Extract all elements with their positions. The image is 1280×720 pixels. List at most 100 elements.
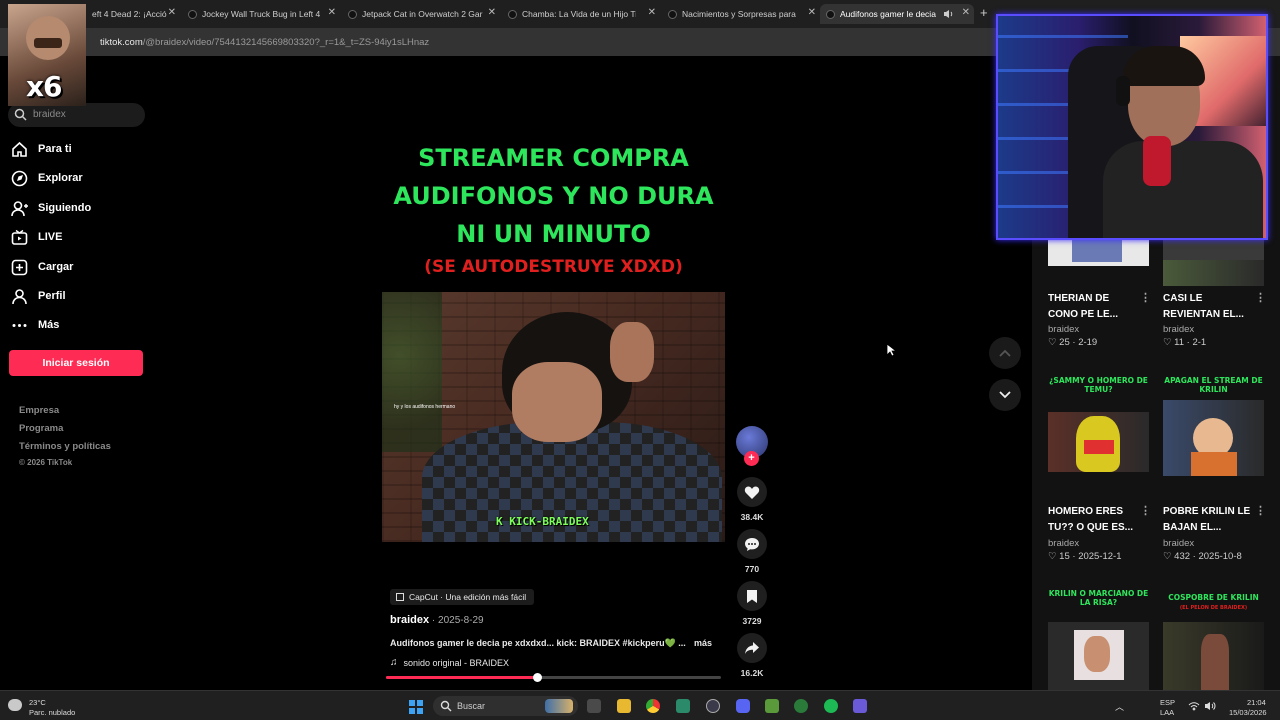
- thumbnail-image: [1084, 636, 1110, 672]
- weather-description[interactable]: Parc. nublado: [29, 708, 75, 717]
- browser-tab[interactable]: eft 4 Dead 2: ¡Acció ✕: [86, 4, 180, 24]
- minecraft-icon[interactable]: [765, 699, 779, 713]
- card-menu-icon[interactable]: ⋮: [1140, 504, 1151, 517]
- video-thumbnail[interactable]: [1048, 412, 1149, 472]
- video-subline: (SE AUTODESTRUYE XDXD): [424, 257, 683, 277]
- new-tab-button[interactable]: +: [980, 5, 988, 20]
- close-icon[interactable]: ✕: [962, 7, 970, 18]
- footer-link-empresa[interactable]: Empresa: [19, 405, 59, 416]
- video-card-title[interactable]: POBRE KRILIN LE BAJAN EL...: [1163, 504, 1253, 536]
- video-thumbnail[interactable]: [1048, 240, 1149, 266]
- search-input[interactable]: braidex: [8, 103, 145, 127]
- close-icon[interactable]: ✕: [328, 7, 336, 18]
- tray-overflow-icon[interactable]: ︿: [1115, 700, 1124, 713]
- live-icon: [10, 228, 28, 246]
- tiktok-favicon-icon: [826, 9, 835, 19]
- video-frame[interactable]: hy y los audifonos hermano K KICK-BRAIDE…: [382, 292, 725, 542]
- previous-video-button[interactable]: [989, 337, 1021, 369]
- music-link[interactable]: ♫ sonido original - BRAIDEX: [390, 657, 509, 668]
- speaker-icon[interactable]: [943, 9, 954, 19]
- video-card-title[interactable]: CASI LE REVIENTAN EL...: [1163, 291, 1253, 323]
- share-count: 16.2K: [740, 668, 764, 678]
- video-card-author[interactable]: braidex: [1048, 538, 1079, 549]
- footer-link-programa[interactable]: Programa: [19, 423, 63, 434]
- sidebar-item-label: Más: [38, 319, 60, 331]
- sidebar-item-mas[interactable]: Más: [10, 314, 59, 336]
- file-explorer-icon[interactable]: [617, 699, 631, 713]
- video-thumbnail[interactable]: [1163, 240, 1264, 286]
- taskbar-search[interactable]: Buscar: [433, 696, 578, 716]
- video-thumbnail[interactable]: [1163, 622, 1264, 690]
- progress-knob[interactable]: [532, 673, 542, 682]
- sidebar-item-para-ti[interactable]: Para ti: [10, 138, 72, 160]
- sidebar-item-cargar[interactable]: Cargar: [10, 256, 73, 278]
- heart-outline-icon: ♡: [1048, 551, 1060, 562]
- more-icon: [10, 316, 28, 334]
- browser-tab[interactable]: Jockey Wall Truck Bug in Left 4 ✕: [182, 4, 340, 24]
- task-view-icon[interactable]: [587, 699, 601, 713]
- video-author[interactable]: braidex · 2025-8-29: [390, 614, 484, 626]
- sidebar-item-live[interactable]: LIVE: [10, 226, 62, 248]
- url-text[interactable]: tiktok.com/@braidex/video/75441321456698…: [100, 37, 429, 48]
- weather-temperature[interactable]: 23°C: [29, 698, 46, 707]
- next-video-button[interactable]: [989, 379, 1021, 411]
- tiktok-favicon-icon: [668, 9, 677, 19]
- video-thumbnail[interactable]: [1163, 400, 1264, 476]
- clock-date[interactable]: 15/03/2026: [1229, 708, 1267, 717]
- sidebar-item-siguiendo[interactable]: Siguiendo: [10, 197, 91, 219]
- browser-tab[interactable]: Nacimientos y Sorpresas para N ✕: [662, 4, 820, 24]
- language-indicator-sub[interactable]: LAA: [1160, 708, 1174, 717]
- close-icon[interactable]: ✕: [808, 7, 816, 18]
- language-indicator[interactable]: ESP: [1160, 698, 1175, 707]
- app-icon[interactable]: [853, 699, 867, 713]
- footer-link-terminos[interactable]: Términos y políticas: [19, 441, 111, 452]
- video-card-author[interactable]: braidex: [1163, 324, 1194, 335]
- video-thumbnail[interactable]: [1048, 622, 1149, 690]
- sidebar-item-perfil[interactable]: Perfil: [10, 285, 66, 307]
- stat-separator: ·: [1069, 551, 1079, 562]
- share-button[interactable]: [737, 633, 767, 663]
- video-card-title[interactable]: HOMERO ERES TU?? O QUE ES...: [1048, 504, 1138, 536]
- multiplier-label: x6: [26, 70, 63, 103]
- close-icon[interactable]: ✕: [168, 7, 176, 18]
- xbox-icon[interactable]: [794, 699, 808, 713]
- thumbnail-image: [1201, 634, 1229, 690]
- browser-tab-active[interactable]: Audifonos gamer le decia p ✕: [820, 4, 974, 24]
- close-icon[interactable]: ✕: [488, 7, 496, 18]
- close-icon[interactable]: ✕: [648, 7, 656, 18]
- streamer-webcam: [996, 14, 1268, 240]
- clock-time[interactable]: 21:04: [1247, 698, 1266, 707]
- capcut-badge[interactable]: CapCut · Una edición más fácil: [390, 589, 535, 605]
- taskbar-search-label: Buscar: [457, 701, 486, 711]
- card-likes: 432: [1174, 551, 1191, 562]
- video-progress-bar[interactable]: [386, 673, 721, 682]
- chevron-down-icon: [999, 391, 1011, 399]
- browser-tab[interactable]: Chamba: La Vida de un Hijo Tra ✕: [502, 4, 660, 24]
- video-card-author[interactable]: braidex: [1163, 538, 1194, 549]
- chrome-icon[interactable]: [646, 699, 660, 713]
- follow-button[interactable]: +: [744, 451, 759, 466]
- wifi-icon[interactable]: [1188, 701, 1200, 711]
- card-menu-icon[interactable]: ⋮: [1255, 291, 1266, 304]
- save-button[interactable]: [737, 581, 767, 611]
- sidebar-item-label: Para ti: [38, 143, 72, 155]
- like-button[interactable]: [737, 477, 767, 507]
- login-button[interactable]: Iniciar sesión: [9, 350, 143, 376]
- discord-icon[interactable]: [736, 699, 750, 713]
- windows-start-icon[interactable]: [409, 700, 423, 714]
- volume-icon[interactable]: [1204, 701, 1216, 711]
- spotify-icon[interactable]: [824, 699, 838, 713]
- more-link[interactable]: más: [694, 638, 712, 648]
- mouse-cursor-icon: [886, 343, 896, 357]
- browser-tab[interactable]: Jetpack Cat in Overwatch 2 Gar ✕: [342, 4, 500, 24]
- sidebar-item-explorar[interactable]: Explorar: [10, 167, 83, 189]
- video-card-title[interactable]: THERIAN DE CONO PE LE...: [1048, 291, 1138, 323]
- comment-button[interactable]: [737, 529, 767, 559]
- person-hand: [610, 322, 654, 382]
- video-card-author[interactable]: braidex: [1048, 324, 1079, 335]
- app-icon[interactable]: [676, 699, 690, 713]
- obs-icon[interactable]: [706, 699, 720, 713]
- card-menu-icon[interactable]: ⋮: [1140, 291, 1151, 304]
- comment-icon: [745, 537, 759, 551]
- card-menu-icon[interactable]: ⋮: [1255, 504, 1266, 517]
